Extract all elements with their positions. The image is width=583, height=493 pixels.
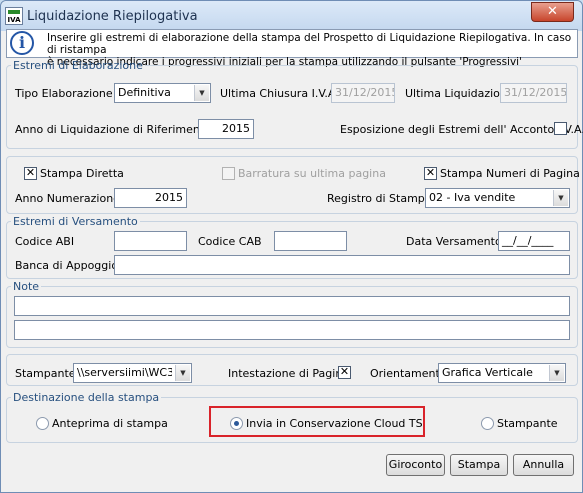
- close-icon: ✕: [547, 4, 558, 19]
- stampante-label: Stampante: [15, 367, 76, 380]
- ultima-chiusura-field: 31/12/2015: [331, 83, 395, 103]
- orientamento-select[interactable]: Grafica Verticale ▼: [438, 363, 566, 383]
- tipo-elaborazione-label: Tipo Elaborazione: [15, 87, 113, 100]
- banca-appoggio-input[interactable]: [114, 255, 570, 275]
- group-versamento-legend: Estremi di Versamento: [13, 215, 138, 228]
- group-elaborazione-legend: Estremi di Elaborazione: [13, 59, 143, 72]
- ultima-chiusura-label: Ultima Chiusura I.V.A.: [220, 87, 339, 100]
- registro-stampa-select[interactable]: 02 - Iva vendite ▼: [425, 188, 570, 208]
- info-icon: i: [10, 31, 34, 55]
- anno-liquidazione-label: Anno di Liquidazione di Riferimento: [15, 123, 211, 136]
- ultima-liquidazione-field: 31/12/2015: [500, 83, 567, 103]
- banca-appoggio-label: Banca di Appoggio: [15, 259, 119, 272]
- iva-app-icon: IVA: [5, 7, 23, 25]
- stampa-numeri-pagina-label: Stampa Numeri di Pagina: [440, 167, 580, 180]
- highlight-box: [209, 406, 425, 437]
- anno-liquidazione-input[interactable]: 2015: [198, 119, 254, 139]
- anno-numerazione-label: Anno Numerazione: [15, 192, 120, 205]
- close-button[interactable]: ✕: [531, 2, 574, 22]
- acconto-iva-checkbox[interactable]: [554, 122, 567, 135]
- anteprima-radio[interactable]: [36, 417, 49, 430]
- orientamento-label: Orientamento: [370, 367, 447, 380]
- anteprima-label: Anteprima di stampa: [52, 417, 168, 430]
- stampa-button[interactable]: Stampa: [450, 454, 508, 476]
- info-line-1: Inserire gli estremi di elaborazione del…: [47, 32, 572, 56]
- annulla-button[interactable]: Annulla: [513, 454, 574, 476]
- giroconto-button[interactable]: Giroconto: [386, 454, 445, 476]
- chevron-down-icon: ▼: [194, 85, 209, 101]
- codice-cab-input[interactable]: [274, 231, 347, 251]
- data-versamento-input[interactable]: __/__/____: [498, 231, 570, 251]
- intestazione-pagina-checkbox[interactable]: ✕: [338, 366, 351, 379]
- stampante-select[interactable]: \\serversiimi\WC332 ▼: [73, 363, 192, 383]
- codice-abi-label: Codice ABI: [15, 235, 75, 248]
- note-line-2-input[interactable]: [14, 320, 570, 340]
- window-title: Liquidazione Riepilogativa: [27, 9, 198, 24]
- anno-numerazione-input[interactable]: 2015: [114, 188, 187, 208]
- codice-abi-input[interactable]: [114, 231, 187, 251]
- stampa-diretta-label: Stampa Diretta: [40, 167, 124, 180]
- chevron-down-icon: ▼: [549, 365, 564, 381]
- info-panel: i Inserire gli estremi di elaborazione d…: [6, 29, 578, 68]
- stampante-radio-label: Stampante: [497, 417, 558, 430]
- barratura-checkbox: [222, 167, 235, 180]
- title-bar[interactable]: IVA Liquidazione Riepilogativa ✕: [1, 1, 582, 31]
- acconto-iva-label: Esposizione degli Estremi dell' Acconto …: [340, 123, 583, 136]
- stampante-value: \\serversiimi\WC332: [77, 366, 172, 379]
- intestazione-pagina-label: Intestazione di Pagina: [228, 367, 350, 380]
- codice-cab-label: Codice CAB: [198, 235, 262, 248]
- barratura-label: Barratura su ultima pagina: [238, 167, 386, 180]
- dialog-window: IVA Liquidazione Riepilogativa ✕ i Inser…: [0, 0, 583, 493]
- stampante-radio[interactable]: [481, 417, 494, 430]
- stampa-numeri-pagina-checkbox[interactable]: ✕: [424, 167, 437, 180]
- chevron-down-icon: ▼: [553, 190, 568, 206]
- note-line-1-input[interactable]: [14, 296, 570, 316]
- registro-stampa-label: Registro di Stampa: [327, 192, 432, 205]
- chevron-down-icon: ▼: [175, 365, 190, 381]
- registro-stampa-value: 02 - Iva vendite: [429, 191, 516, 204]
- orientamento-value: Grafica Verticale: [442, 366, 533, 379]
- tipo-elaborazione-select[interactable]: Definitiva ▼: [114, 83, 211, 103]
- tipo-elaborazione-value: Definitiva: [118, 86, 171, 99]
- group-destinazione-legend: Destinazione della stampa: [13, 391, 160, 404]
- ultima-liquidazione-label: Ultima Liquidazione: [405, 87, 514, 100]
- group-note-legend: Note: [13, 280, 40, 293]
- stampa-diretta-checkbox[interactable]: ✕: [24, 167, 37, 180]
- data-versamento-label: Data Versamento: [406, 235, 502, 248]
